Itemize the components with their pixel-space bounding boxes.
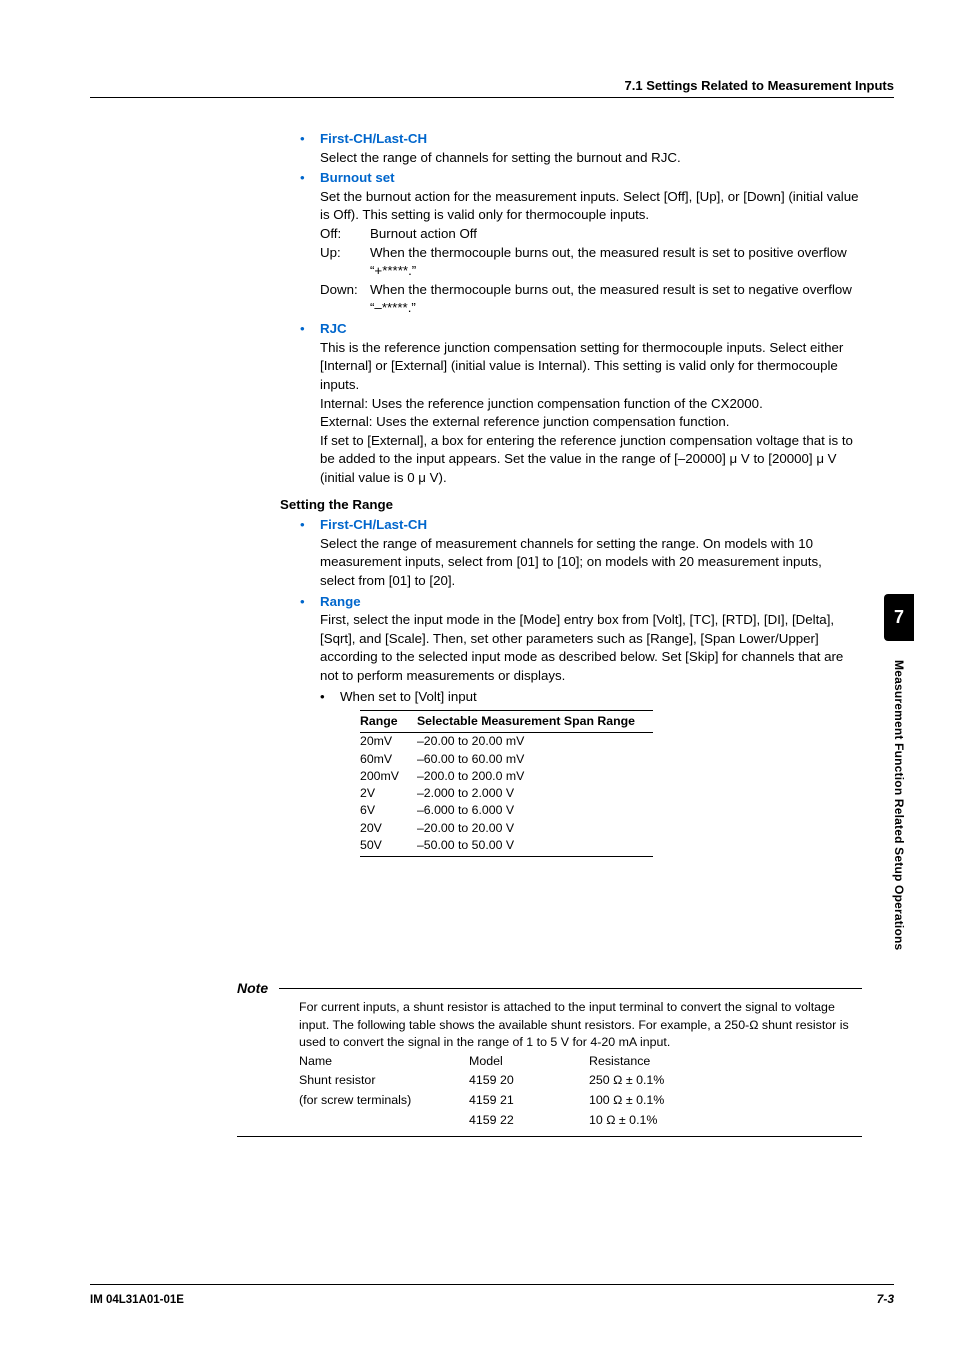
heading-first-last-ch: First-CH/Last-CH (320, 131, 427, 146)
table-header: Range (360, 711, 417, 733)
chapter-tab: 7 (884, 594, 914, 641)
heading-range: Range (320, 594, 361, 609)
body-text: Select the range of measurement channels… (320, 535, 860, 591)
table-header: Selectable Measurement Span Range (417, 711, 653, 733)
range-table: Range Selectable Measurement Span Range … (360, 710, 653, 857)
def-desc: Burnout action Off (370, 225, 860, 244)
def-desc: When the thermocouple burns out, the mea… (370, 281, 860, 318)
body-text: If set to [External], a box for entering… (320, 432, 860, 488)
table-row: (for screw terminals)4159 21100 Ω ± 0.1% (299, 1091, 729, 1111)
body-text: First, select the input mode in the [Mod… (320, 611, 860, 685)
note-rule (237, 1136, 862, 1137)
table-row: 50V–50.00 to 50.00 V (360, 837, 653, 857)
note-rule (279, 988, 862, 989)
bullet-icon: • (320, 688, 340, 707)
def-term: Off: (320, 225, 370, 244)
shunt-table: NameModelResistance Shunt resistor4159 2… (299, 1052, 729, 1130)
table-row: NameModelResistance (299, 1052, 729, 1072)
bullet-icon: • (300, 593, 320, 857)
footer-page-num: 7-3 (877, 1292, 894, 1306)
def-desc: When the thermocouple burns out, the mea… (370, 244, 860, 281)
footer-rule (90, 1284, 894, 1285)
note-heading: Note (237, 980, 268, 996)
body-text: Set the burnout action for the measureme… (320, 188, 860, 225)
footer-doc-id: IM 04L31A01-01E (90, 1294, 184, 1306)
table-row: 20V–20.00 to 20.00 V (360, 820, 653, 837)
bullet-icon: • (300, 169, 320, 318)
header-rule (90, 97, 894, 98)
bullet-icon: • (300, 320, 320, 487)
table-row: 20mV–20.00 to 20.00 mV (360, 733, 653, 751)
heading-rjc: RJC (320, 321, 347, 336)
note-text: For current inputs, a shunt resistor is … (299, 999, 862, 1052)
table-row: 4159 2210 Ω ± 0.1% (299, 1111, 729, 1131)
table-row: 2V–2.000 to 2.000 V (360, 785, 653, 802)
heading-burnout-set: Burnout set (320, 170, 395, 185)
def-term: Down: (320, 281, 370, 318)
table-row: 60mV–60.00 to 60.00 mV (360, 751, 653, 768)
table-row: 6V–6.000 to 6.000 V (360, 802, 653, 819)
table-row: 200mV–200.0 to 200.0 mV (360, 768, 653, 785)
body-text: Internal: Uses the reference junction co… (320, 395, 860, 414)
bullet-icon: • (300, 516, 320, 590)
table-row: Shunt resistor4159 20250 Ω ± 0.1% (299, 1071, 729, 1091)
header-section-title: 7.1 Settings Related to Measurement Inpu… (625, 78, 894, 93)
heading-setting-range: Setting the Range (280, 496, 860, 515)
def-term: Up: (320, 244, 370, 281)
body-text: When set to [Volt] input (340, 688, 477, 707)
chapter-side-title: Measurement Function Related Setup Opera… (892, 660, 906, 950)
body-text: Select the range of channels for setting… (320, 149, 681, 168)
bullet-icon: • (300, 130, 320, 167)
body-text: This is the reference junction compensat… (320, 339, 860, 395)
body-text: External: Uses the external reference ju… (320, 413, 860, 432)
heading-first-last-ch-2: First-CH/Last-CH (320, 517, 427, 532)
